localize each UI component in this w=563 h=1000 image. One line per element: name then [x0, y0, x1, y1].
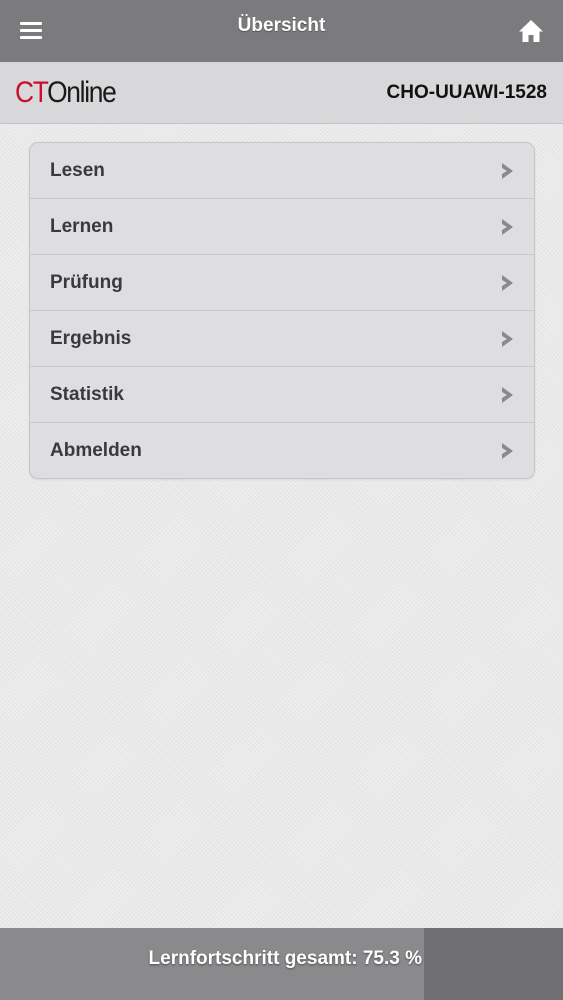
menu-item-label: Abmelden: [50, 440, 142, 461]
chevron-right-icon: [502, 163, 513, 179]
chevron-right-icon: [502, 387, 513, 403]
menu-item-pruefung[interactable]: Prüfung: [30, 255, 534, 311]
menu-item-label: Statistik: [50, 384, 124, 405]
menu-item-label: Lesen: [50, 160, 105, 181]
menu-item-ergebnis[interactable]: Ergebnis: [30, 311, 534, 367]
progress-label: Lernfortschritt gesamt: 75.3 %: [148, 948, 422, 969]
top-app-bar: Übersicht: [0, 0, 563, 62]
ctonline-logo: CTOnline: [15, 75, 117, 111]
menu-item-statistik[interactable]: Statistik: [30, 367, 534, 423]
logo-online-text: Online: [47, 76, 117, 109]
chevron-right-icon: [502, 443, 513, 459]
menu-item-label: Prüfung: [50, 272, 123, 293]
menu-item-label: Ergebnis: [50, 328, 132, 349]
chevron-right-icon: [502, 219, 513, 235]
logo-ct-text: CT: [15, 76, 48, 109]
menu-item-lesen[interactable]: Lesen: [30, 143, 534, 199]
page-title: Übersicht: [237, 15, 326, 36]
chevron-right-icon: [502, 331, 513, 347]
user-code: CHO-UUAWI-1528: [386, 82, 547, 103]
home-icon[interactable]: [517, 17, 545, 45]
brand-bar: CTOnline CHO-UUAWI-1528: [0, 62, 563, 124]
menu-item-label: Lernen: [50, 216, 114, 237]
menu-item-abmelden[interactable]: Abmelden: [30, 423, 534, 478]
menu-item-lernen[interactable]: Lernen: [30, 199, 534, 255]
progress-bar: Lernfortschritt gesamt: 75.3 %: [0, 928, 563, 1000]
chevron-right-icon: [502, 275, 513, 291]
main-menu-list: Lesen Lernen Prüfung Ergebnis Statistik …: [29, 142, 535, 479]
